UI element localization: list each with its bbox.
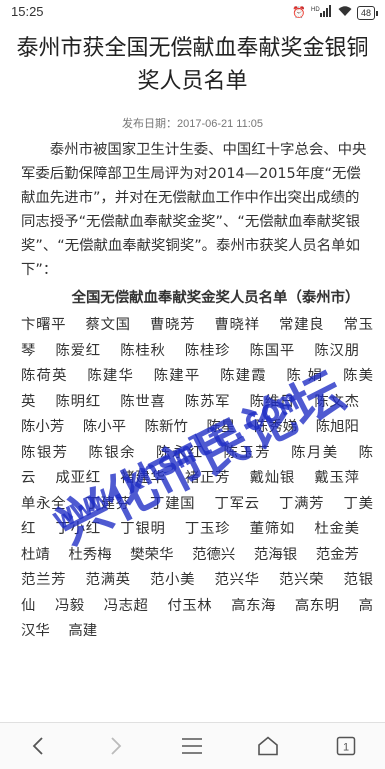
alarm-icon: ⏰ [292, 7, 306, 19]
awardee-name: 单永全 [21, 495, 67, 512]
awardee-name: 陈星 [206, 419, 236, 435]
awardee-name: 丁银明 [120, 521, 166, 537]
menu-icon [182, 738, 202, 754]
forward-button[interactable] [86, 723, 146, 769]
awardee-name: 杜秀梅 [68, 546, 112, 563]
chevron-right-icon [111, 737, 122, 755]
awardee-name: 付玉林 [167, 597, 213, 614]
awardee-name: 褚建华 [120, 470, 166, 486]
awardee-name: 陈国平 [249, 342, 296, 359]
awardee-name: 陈 娟 [286, 368, 324, 384]
back-button[interactable] [8, 723, 68, 769]
awardee-name: 陈新竹 [144, 419, 188, 435]
awardee-name: 陈汉朋 [314, 342, 359, 359]
publish-date: 发布日期：2017-06-21 11:05 [0, 115, 385, 131]
awardee-name: 陈维日 [249, 393, 296, 410]
bottom-nav: 1 [0, 722, 385, 769]
awardee-name: 高东明 [294, 597, 340, 614]
awardee-name: 杜靖 [21, 546, 50, 563]
awardee-name: 杜金美 [314, 521, 359, 537]
article: 泰州市获全国无偿献血奉献奖金银铜奖人员名单 发布日期：2017-06-21 11… [0, 26, 385, 722]
awardee-name: 高东海 [231, 597, 276, 614]
awardee-name: 陈旭阳 [315, 419, 359, 435]
awardee-name: 樊荣华 [130, 546, 174, 563]
awardee-name: 陈荷英 [21, 368, 68, 384]
status-time: 15:25 [11, 4, 44, 19]
awardee-name: 冯志超 [103, 597, 149, 614]
signal-icon: HD [311, 5, 333, 20]
signal-label: HD [311, 7, 320, 13]
status-icons: ⏰ HD 48 [292, 5, 379, 20]
awardee-name: 丁建芬 [85, 495, 131, 512]
awardee-name: 陈小平 [82, 419, 127, 435]
awardee-name: 陈明红 [55, 393, 101, 410]
awardee-name: 陈建华 [87, 368, 135, 384]
awardee-name: 陈文杰 [314, 393, 359, 410]
awardee-name: 陈银余 [88, 444, 137, 461]
tabs-icon: 1 [336, 736, 356, 756]
home-icon [258, 736, 278, 756]
awardee-name: 陈桂珍 [184, 342, 231, 359]
awardee-name: 范兴华 [214, 572, 260, 588]
awardee-name: 陈秀娣 [253, 419, 298, 435]
wifi-icon [338, 5, 352, 20]
awardee-name: 范满英 [85, 572, 131, 588]
awardee-name: 高建 [68, 623, 98, 639]
status-bar: 15:25 ⏰ HD 48 [0, 0, 385, 26]
awardee-name: 曹晓祥 [214, 317, 260, 333]
awardee-name: 范小美 [150, 572, 196, 588]
publish-date-label: 发布日期： [121, 118, 177, 130]
awardee-name: 丁满芳 [279, 495, 325, 512]
awardee-name: 冯毅 [54, 597, 85, 614]
awardee-name: 陈爱红 [55, 342, 101, 359]
awardee-name: 陈月美 [291, 444, 339, 461]
awardee-name: 陈永红 [156, 444, 204, 461]
awardee-name: 范兰芳 [21, 572, 67, 588]
awardee-name: 丁玉珍 [184, 521, 231, 537]
names-list: 卞曙平 蔡文国 曹晓芳 曹晓祥 常建良 常玉琴 陈爱红 陈桂秋 陈桂珍 陈国平 … [21, 313, 373, 645]
article-intro: 泰州市被国家卫生计生委、中国红十字总会、中央军委后勤保障部卫生局评为对2014—… [21, 142, 367, 278]
article-title: 泰州市获全国无偿献血奉献奖金银铜奖人员名单 [16, 36, 369, 94]
awardee-name: 陈玉芳 [223, 444, 272, 461]
tabs-button[interactable]: 1 [316, 723, 376, 769]
home-button[interactable] [238, 723, 298, 769]
publish-date-value: 2017-06-21 11:05 [176, 118, 264, 130]
awardee-name: 褚正芳 [184, 470, 231, 486]
chevron-left-icon [32, 737, 43, 755]
awardee-name: 曹晓芳 [150, 317, 196, 333]
awardee-name: 卞曙平 [21, 317, 67, 333]
tabs-count: 1 [343, 742, 349, 754]
awardee-name: 蔡文国 [85, 317, 131, 333]
awardee-name: 董筛如 [249, 521, 296, 537]
awardee-name: 陈苏军 [184, 393, 231, 410]
awardee-name: 范海银 [253, 546, 298, 563]
awardee-name: 丁军云 [214, 495, 260, 512]
awardee-name: 陈银芳 [21, 444, 69, 461]
awardee-name: 陈建霞 [220, 368, 267, 384]
awardee-name: 丁建国 [150, 495, 196, 512]
menu-button[interactable] [162, 723, 222, 769]
awardee-name: 常建良 [279, 317, 325, 333]
awardee-name: 范兴荣 [279, 572, 325, 588]
awardee-name: 范德兴 [192, 546, 236, 563]
awardee-name: 陈世喜 [120, 393, 166, 410]
awardee-name: 陈小芳 [21, 419, 65, 435]
list-heading: 全国无偿献血奉献奖金奖人员名单（泰州市） [71, 290, 360, 306]
awardee-name: 戴玉萍 [314, 470, 359, 486]
awardee-name: 陈建平 [153, 368, 201, 384]
awardee-name: 成亚红 [55, 470, 101, 486]
battery-icon: 48 [356, 5, 379, 20]
awardee-name: 丁小红 [55, 521, 101, 537]
awardee-name: 范金芳 [315, 546, 359, 563]
awardee-name: 戴灿银 [249, 470, 296, 486]
awardee-name: 陈桂秋 [120, 342, 166, 359]
